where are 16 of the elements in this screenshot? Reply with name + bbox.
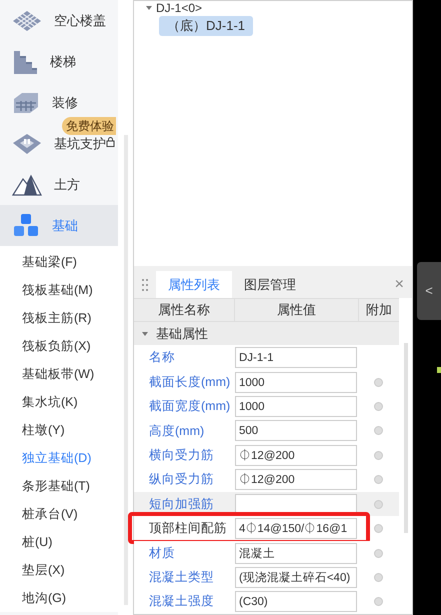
column-header: 属性值 [235,299,359,321]
property-name: 材质 [148,544,176,562]
free-trial-tooltip: 免费体验 [62,117,116,135]
property-name: 截面宽度(mm) [148,398,232,416]
property-name: 纵向受力筋 [148,471,215,488]
group-label: 基础属性 [156,324,208,343]
property-name: 混凝土类型 [148,569,215,586]
property-name: 横向受力筋 [148,446,215,464]
property-name: 短向加强筋 [148,496,215,513]
property-name: 名称 [148,349,176,366]
property-name: 高度(mm) [148,422,206,440]
property-name: 混凝土强度 [148,593,215,610]
column-header: 附加 [365,301,393,319]
property-name: 截面长度(mm) [148,374,232,391]
property-name: 顶部柱间配筋 [148,520,228,538]
column-header: 属性名称 [134,299,235,321]
